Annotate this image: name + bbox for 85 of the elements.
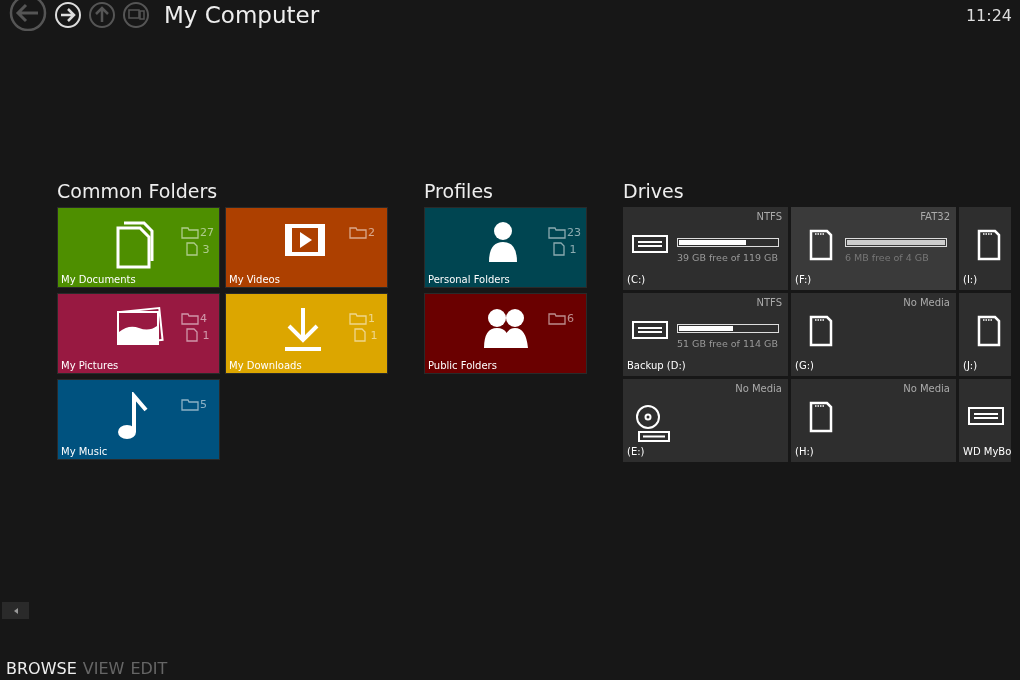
- drive-tile[interactable]: (J:): [959, 293, 1011, 376]
- page-title: My Computer: [164, 2, 320, 28]
- drive-label: (I:): [963, 274, 978, 285]
- clock: 11:24: [965, 5, 1012, 25]
- tile-label: My Music: [61, 446, 108, 457]
- folder-tile[interactable]: 2 My Videos: [225, 207, 388, 288]
- memory-card-icon: [977, 229, 1001, 261]
- drive-tile[interactable]: No Media (E:): [623, 379, 788, 462]
- file-icon: [354, 328, 366, 342]
- optical-drive-icon: [633, 404, 671, 444]
- memory-card-icon: [977, 315, 1001, 347]
- file-icon: [186, 242, 198, 256]
- free-space: 39 GB free of 119 GB: [677, 252, 778, 263]
- tile-label: Public Folders: [428, 360, 497, 371]
- folder-tile[interactable]: 6 Public Folders: [424, 293, 587, 374]
- section-title: Profiles: [424, 180, 494, 202]
- drive-label: Backup (D:): [627, 360, 686, 371]
- left-arrow-icon: [13, 607, 18, 614]
- folder-icon: [181, 226, 199, 239]
- file-icon: [186, 328, 198, 342]
- file-system: FAT32: [920, 211, 950, 222]
- folder-tile[interactable]: 5 My Music: [57, 379, 220, 460]
- up-icon: [88, 1, 116, 29]
- file-count: 1: [349, 328, 378, 342]
- folder-icon: [181, 312, 199, 325]
- drive-label: WD MyBo: [963, 446, 1011, 457]
- folder-icon: [548, 226, 566, 239]
- folder-icon: [349, 312, 367, 325]
- mode-tab[interactable]: BROWSE: [6, 659, 77, 678]
- file-system: No Media: [903, 383, 950, 394]
- file-icon: [553, 242, 565, 256]
- section-title: Drives: [623, 180, 685, 202]
- folder-count: 4: [181, 312, 210, 325]
- folder-count: 6: [548, 312, 574, 325]
- tile-label: My Downloads: [229, 360, 302, 371]
- memory-card-icon: [809, 401, 833, 433]
- documents-icon: [115, 220, 155, 270]
- drive-label: (G:): [795, 360, 814, 371]
- file-system: NTFS: [756, 297, 782, 308]
- drive-label: (F:): [795, 274, 812, 285]
- free-space: 51 GB free of 114 GB: [677, 338, 778, 349]
- back-icon: [8, 0, 48, 31]
- memory-card-icon: [809, 315, 833, 347]
- drive-label: (E:): [627, 446, 645, 457]
- folder-tile[interactable]: 4 1 My Pictures: [57, 293, 220, 374]
- hard-drive-icon: [632, 235, 668, 253]
- drive-tile[interactable]: NTFS 39 GB free of 119 GB (C:): [623, 207, 788, 290]
- section-title: Common Folders: [57, 180, 219, 202]
- drive-tile[interactable]: (I:): [959, 207, 1011, 290]
- drive-label: (J:): [963, 360, 978, 371]
- drive-tile[interactable]: No Media (G:): [791, 293, 956, 376]
- drive-tile[interactable]: NTFS 51 GB free of 114 GB Backup (D:): [623, 293, 788, 376]
- memory-card-icon: [809, 229, 833, 261]
- file-system: No Media: [903, 297, 950, 308]
- folder-icon: [548, 312, 566, 325]
- folder-tile[interactable]: 23 1 Personal Folders: [424, 207, 587, 288]
- drive-label: (C:): [627, 274, 646, 285]
- folder-count: 5: [181, 398, 207, 411]
- forward-icon: [54, 1, 82, 29]
- folder-count: 1: [349, 312, 378, 325]
- file-system: No Media: [735, 383, 782, 394]
- folder-count: 23: [548, 226, 581, 239]
- file-count: 3: [181, 242, 214, 256]
- folder-icon: [181, 398, 199, 411]
- folder-count: 2: [349, 226, 375, 239]
- photos-icon: [115, 306, 165, 348]
- download-icon: [283, 306, 323, 352]
- drive-label: (H:): [795, 446, 814, 457]
- tile-label: My Videos: [229, 274, 280, 285]
- file-count: 1: [548, 242, 581, 256]
- hard-drive-icon: [632, 321, 668, 339]
- file-count: 1: [181, 328, 210, 342]
- tile-label: My Pictures: [61, 360, 119, 371]
- tile-label: My Documents: [61, 274, 136, 285]
- scroll-left-button[interactable]: [2, 602, 29, 619]
- forward-button[interactable]: [54, 1, 82, 29]
- hard-drive-icon: [968, 407, 1004, 425]
- folder-tile[interactable]: 27 3 My Documents: [57, 207, 220, 288]
- tile-label: Personal Folders: [428, 274, 510, 285]
- folder-count: 27: [181, 226, 214, 239]
- folder-icon: [349, 226, 367, 239]
- computer-icon: [122, 1, 150, 29]
- file-system: NTFS: [756, 211, 782, 222]
- drive-tile[interactable]: WD MyBo: [959, 379, 1011, 462]
- drive-tile[interactable]: No Media (H:): [791, 379, 956, 462]
